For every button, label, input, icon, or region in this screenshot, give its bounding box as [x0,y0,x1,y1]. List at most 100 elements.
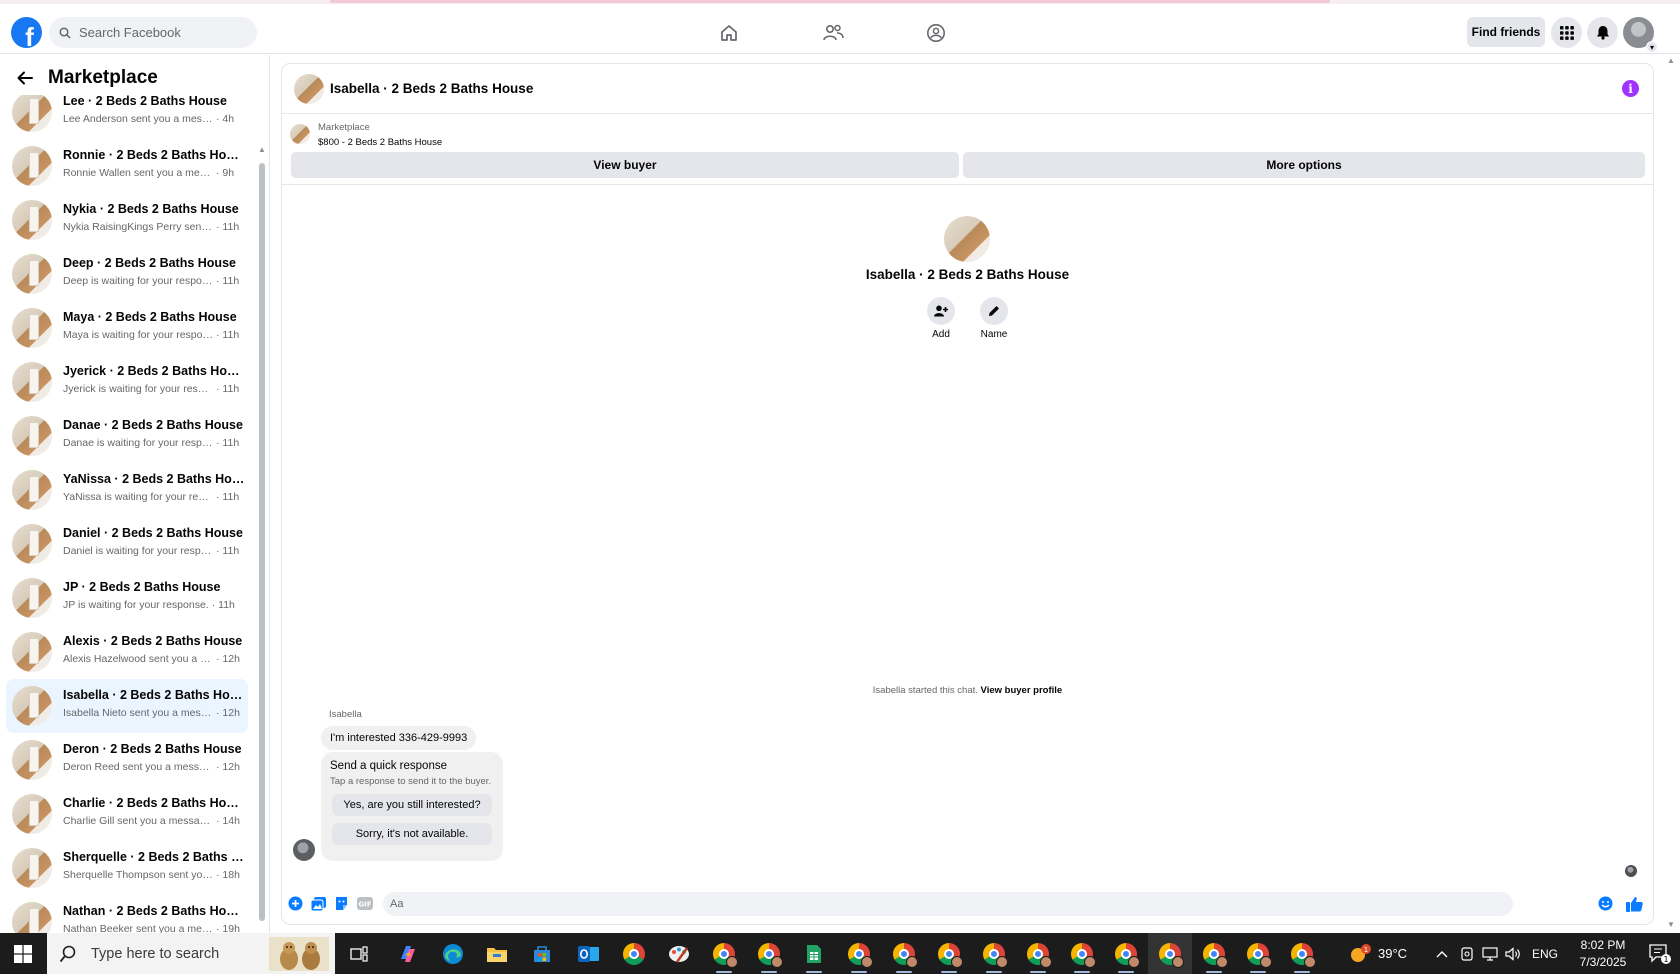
conversation-item[interactable]: Maya · 2 Beds 2 Baths House Maya is waiti… [6,301,248,355]
task-view-icon[interactable] [337,933,381,974]
volume-icon[interactable] [1505,933,1521,974]
spreadsheet-app-icon[interactable] [792,933,836,974]
search-input[interactable] [79,25,239,40]
account-chevron-down-icon[interactable]: ▾ [1646,41,1658,53]
conversation-preview: JP is waiting for your response. [63,599,209,611]
sidebar-title: Marketplace [48,67,158,88]
info-icon[interactable]: i [1622,80,1639,97]
thumbs-up-icon[interactable] [1626,895,1643,912]
listing-thumbnail [12,848,52,888]
copilot-icon[interactable] [386,933,430,974]
conversation-name: Isabella · 2 Beds 2 Baths House [63,688,245,702]
conversation-item[interactable]: Nykia · 2 Beds 2 Baths House Nykia Raisin… [6,193,248,247]
chrome-profile-icon-3[interactable] [837,933,881,974]
edge-browser-icon[interactable] [431,933,475,974]
chrome-profile-icon-2[interactable] [747,933,791,974]
chrome-profile-icon-9[interactable] [1104,933,1148,974]
taskbar-clock[interactable]: 8:02 PM 7/3/2025 [1565,937,1641,971]
menu-grid-icon[interactable] [1551,17,1582,48]
add-button[interactable]: Add [921,297,961,340]
more-options-button[interactable]: More options [963,152,1645,178]
conversation-item[interactable]: JP · 2 Beds 2 Baths House JP is waiting f… [6,571,248,625]
message-input[interactable] [383,892,1513,916]
conversation-item[interactable]: Jyerick · 2 Beds 2 Baths House Jyerick is… [6,355,248,409]
friends-icon[interactable] [821,21,845,45]
outlook-icon[interactable] [567,933,611,974]
windows-start-icon[interactable] [0,933,46,974]
listing-thumbnail [12,470,52,510]
facebook-logo[interactable]: f [11,17,42,48]
conversation-item[interactable]: Sherquelle · 2 Beds 2 Baths Hou... Sherqu… [6,841,248,895]
conversation-item[interactable]: Nathan · 2 Beds 2 Baths House Nathan Beek… [6,895,248,933]
listing-thumbnail [12,686,52,726]
conversation-item[interactable]: Deron · 2 Beds 2 Baths House Deron Reed s… [6,733,248,787]
incoming-message[interactable]: I'm interested 336-429-9993 [321,726,477,750]
conversation-item[interactable]: Isabella · 2 Beds 2 Baths House Isabella … [6,679,248,733]
home-icon[interactable] [717,21,741,45]
scroll-up-arrow-icon[interactable]: ▲ [258,145,266,154]
conversation-preview: Deep is waiting for your response. [63,275,213,287]
sticker-icon[interactable] [333,895,350,912]
paint-icon[interactable] [657,933,701,974]
chrome-profile-icon-active[interactable] [1148,933,1192,974]
microsoft-store-icon[interactable] [520,933,564,974]
chat-title[interactable]: Isabella · 2 Beds 2 Baths House [330,81,533,96]
chrome-profile-icon-11[interactable] [1236,933,1280,974]
chrome-profile-icon-4[interactable] [882,933,926,974]
chat-started-text: Isabella started this chat. [872,685,978,696]
show-hidden-icons-chevron-up-icon[interactable] [1436,933,1448,974]
page-scroll-up-arrow-icon[interactable]: ▲ [1667,56,1675,65]
chrome-profile-icon-5[interactable] [927,933,971,974]
conversation-item[interactable]: Charlie · 2 Beds 2 Baths House Charlie Gi… [6,787,248,841]
plus-circle-icon[interactable] [287,895,304,912]
conversation-item[interactable]: Danae · 2 Beds 2 Baths House Danae is wai… [6,409,248,463]
conversation-preview-row: Sherquelle Thompson sent you a ... · 18h [63,869,245,881]
meet-now-icon[interactable] [1460,933,1474,974]
sidebar-scrollbar-thumb[interactable] [259,163,265,921]
listing-thumbnail[interactable] [290,124,310,144]
language-indicator[interactable]: ENG [1532,933,1558,974]
conversation-item[interactable]: Deep · 2 Beds 2 Baths House Deep is waiti… [6,247,248,301]
taskbar-search-icon [59,945,76,962]
quick-reply-not-available[interactable]: Sorry, it's not available. [332,823,492,845]
file-explorer-icon[interactable] [475,933,519,974]
chrome-profile-icon-6[interactable] [972,933,1016,974]
chrome-profile-icon-8[interactable] [1060,933,1104,974]
chrome-profile-icon-10[interactable] [1192,933,1236,974]
conversation-item[interactable]: Daniel · 2 Beds 2 Baths House Daniel is w… [6,517,248,571]
intro-avatar[interactable] [944,216,990,262]
chat-avatar[interactable] [294,74,324,104]
view-buyer-profile-link[interactable]: View buyer profile [981,685,1063,696]
conversation-item[interactable]: Ronnie · 2 Beds 2 Baths House Ronnie Wall… [6,139,248,193]
chrome-profile-icon-12[interactable] [1280,933,1324,974]
taskbar-search-box[interactable] [47,933,335,974]
seen-indicator-avatar [1625,865,1637,877]
groups-icon[interactable] [924,21,948,45]
photo-icon[interactable] [310,895,327,912]
network-icon[interactable] [1482,933,1498,974]
chrome-profile-icon-7[interactable] [1016,933,1060,974]
listing-thumbnail [12,578,52,618]
conversation-item[interactable]: YaNissa · 2 Beds 2 Baths House YaNissa is… [6,463,248,517]
name-button[interactable]: Name [974,297,1014,340]
listing-description[interactable]: $800 - 2 Beds 2 Baths House [318,137,442,148]
chrome-icon[interactable] [612,933,656,974]
quick-response-card: Send a quick response Tap a response to … [321,752,503,861]
view-buyer-button[interactable]: View buyer [291,152,959,178]
back-arrow-icon[interactable] [14,67,36,89]
quick-reply-still-interested[interactable]: Yes, are you still interested? [332,794,492,816]
conversation-name: Danae · 2 Beds 2 Baths House [63,418,243,432]
weather-widget[interactable]: 1 39°C [1348,933,1407,974]
page-scroll-down-arrow-icon[interactable]: ▼ [1667,920,1675,929]
conversation-text: Alexis · 2 Beds 2 Baths House Alexis Haze… [63,634,245,665]
chrome-profile-icon-1[interactable] [702,933,746,974]
gif-icon[interactable]: GIF [356,895,373,912]
find-friends-button[interactable]: Find friends [1467,17,1545,47]
conversation-item[interactable]: Alexis · 2 Beds 2 Baths House Alexis Haze… [6,625,248,679]
search-box[interactable] [49,17,257,48]
sidebar-scrollbar[interactable]: ▲ ▼ [258,93,266,933]
sender-avatar[interactable] [293,839,315,861]
notifications-bell-icon[interactable] [1587,17,1618,48]
notification-center-icon[interactable]: 1 [1639,933,1680,974]
emoji-icon[interactable] [1597,895,1614,912]
